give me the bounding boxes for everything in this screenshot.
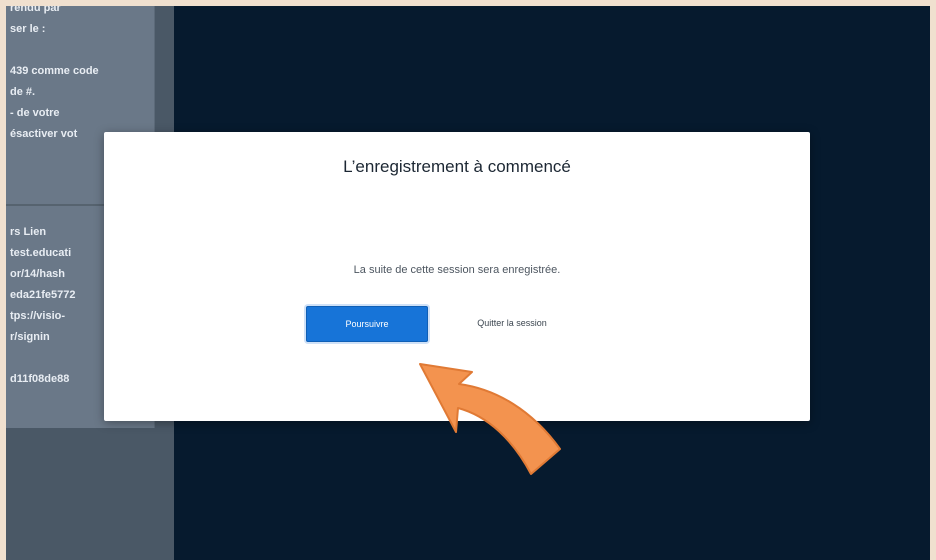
sidebar-line: rs Lien (10, 226, 47, 238)
continue-button[interactable]: Poursuivre (306, 306, 428, 342)
sidebar-link-line[interactable]: r/signin (10, 327, 75, 348)
quit-session-button[interactable]: Quitter la session (452, 306, 572, 340)
sidebar-instructions: rendu par ser le : 439 comme code de #. … (10, 6, 99, 145)
sidebar-line: ésactiver vot (10, 128, 78, 140)
sidebar-link-line[interactable]: eda21fe5772 (10, 285, 75, 306)
sidebar-link-line[interactable]: tps://visio- (10, 306, 75, 327)
sidebar-link-line[interactable]: or/14/hash (10, 264, 75, 285)
sidebar-line: 439 comme code (10, 65, 99, 77)
sidebar-link-info: rs Lien test.educati or/14/hash eda21fe5… (10, 222, 75, 390)
sidebar-line: - de votre (10, 107, 60, 119)
sidebar-line: rendu par (10, 6, 61, 14)
dialog-title: L’enregistrement à commencé (343, 157, 571, 176)
app-frame: rendu par ser le : 439 comme code de #. … (6, 6, 930, 560)
sidebar-line: de #. (10, 86, 36, 98)
dialog-message: La suite de cette session sera enregistr… (353, 264, 561, 276)
curved-arrow-icon (419, 363, 561, 475)
sidebar-line (10, 348, 75, 369)
sidebar-line: ser le : (10, 23, 46, 35)
sidebar-line: d11f08de88 (10, 373, 70, 385)
sidebar-link-line[interactable]: test.educati (10, 243, 75, 264)
sidebar-line (10, 40, 99, 61)
